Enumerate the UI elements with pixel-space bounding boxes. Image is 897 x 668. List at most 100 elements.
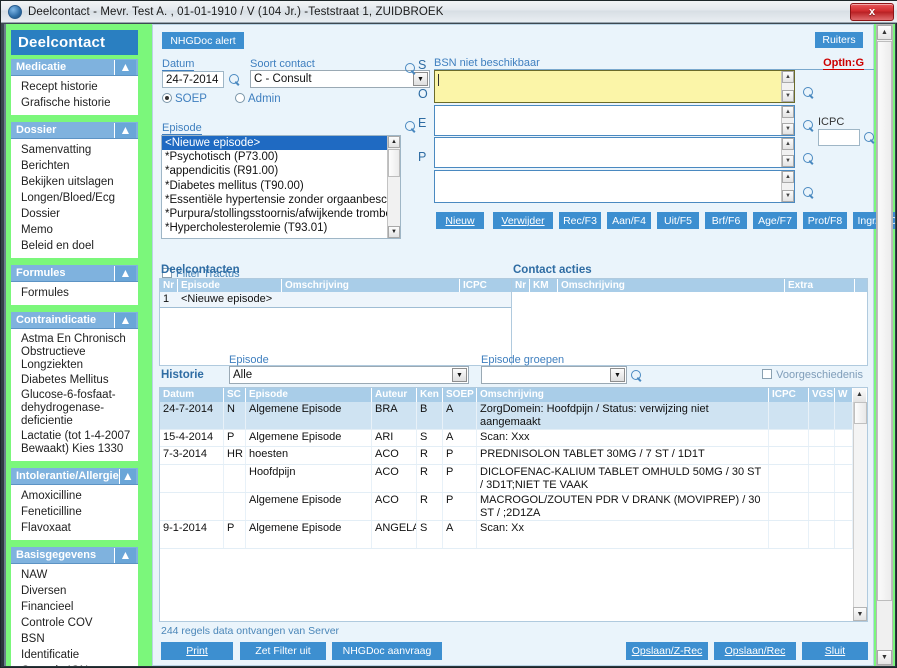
scroll-down-icon[interactable]: ▼ (388, 226, 400, 238)
table-row[interactable]: 24-7-2014 N Algemene Episode BRA B A Zor… (160, 402, 867, 430)
s-search-icon[interactable] (405, 63, 418, 76)
table-row[interactable]: Hoofdpijn ACO R P DICLOFENAC-KALIUM TABL… (160, 465, 867, 493)
zet-filter-uit-button[interactable]: Zet Filter uit (240, 642, 326, 660)
datum-input[interactable]: 24-7-2014 (162, 71, 224, 88)
sidebar-item-identificatie[interactable]: Identificatie (11, 647, 138, 663)
chevron-up-icon[interactable]: ▲ (114, 547, 136, 563)
soep-radio[interactable]: SOEP (162, 93, 207, 105)
checkbox-icon[interactable] (762, 369, 773, 379)
sidebar-item-formules[interactable]: Formules (11, 285, 138, 301)
sidebar-item-longen-bloed-ecg[interactable]: Longen/Bloed/Ecg (11, 190, 138, 206)
scroll-up-icon[interactable]: ▲ (782, 138, 794, 150)
scroll-up-icon[interactable]: ▲ (388, 136, 400, 148)
historie-episode-groepen-select[interactable]: ▼ (481, 366, 627, 384)
chevron-up-icon[interactable]: ▲ (114, 265, 136, 281)
soep-e-spinner[interactable]: ▲ ▼ (781, 138, 794, 167)
table-row[interactable]: 15-4-2014 P Algemene Episode ARI S A Sca… (160, 430, 867, 447)
sidebar-item-memo[interactable]: Memo (11, 222, 138, 238)
sidebar-group-header[interactable]: Medicatie ▲ (11, 59, 138, 76)
sidebar-item-astma-copd[interactable]: Astma En Chronisch Obstructieve Longziek… (11, 332, 138, 373)
sidebar-item-amoxicilline[interactable]: Amoxicilline (11, 488, 138, 504)
sidebar-group-header[interactable]: Basisgegevens ▲ (11, 547, 138, 564)
sidebar-group-header[interactable]: Contraindicatie ▲ (11, 312, 138, 329)
sidebar-item-feneticilline[interactable]: Feneticilline (11, 504, 138, 520)
rec-f3-button[interactable]: Rec/F3 (559, 212, 601, 229)
soep-o-search-icon[interactable] (803, 120, 816, 133)
icpc-input[interactable] (818, 129, 860, 146)
sidebar-group-header[interactable]: Formules ▲ (11, 265, 138, 282)
sluit-button[interactable]: Sluit (802, 642, 868, 660)
chevron-up-icon[interactable]: ▲ (118, 468, 136, 484)
soep-o-spinner[interactable]: ▲ ▼ (781, 106, 794, 135)
sidebar-item-g6pd-deficientie[interactable]: Glucose-6-fosfaat-dehydrogenase-deficien… (11, 388, 138, 429)
list-item[interactable]: *Essentiële hypertensie zonder orgaanbes… (162, 193, 400, 207)
scroll-up-icon[interactable]: ▲ (877, 25, 892, 40)
chevron-down-icon[interactable]: ▼ (452, 368, 467, 382)
scroll-down-icon[interactable]: ▼ (782, 90, 794, 102)
radio-soep-icon[interactable] (162, 93, 172, 103)
soep-e-search-icon[interactable] (803, 153, 816, 166)
list-item[interactable]: *Purpura/stollingsstoornis/afwijkende tr… (162, 207, 400, 221)
soep-p-spinner[interactable]: ▲ ▼ (781, 171, 794, 202)
window-scrollbar[interactable]: ▲ ▼ (876, 24, 893, 666)
soep-s-field[interactable]: ▲ ▼ (434, 70, 795, 103)
soort-contact-select[interactable]: C - Consult ▼ (250, 70, 430, 88)
opslaan-z-rec-button[interactable]: Opslaan/Z-Rec (626, 642, 708, 660)
aan-f4-button[interactable]: Aan/F4 (607, 212, 651, 229)
table-row[interactable]: 7-3-2014 HR hoesten ACO R P PREDNISOLON … (160, 447, 867, 465)
chevron-up-icon[interactable]: ▲ (114, 312, 136, 328)
historie-scroll-thumb[interactable] (854, 402, 867, 424)
sidebar-item-naw[interactable]: NAW (11, 567, 138, 583)
sidebar-item-dossier[interactable]: Dossier (11, 206, 138, 222)
print-button[interactable]: Print (161, 642, 233, 660)
historie-groepen-search-icon[interactable] (631, 370, 644, 383)
episode-listbox[interactable]: <Nieuwe episode> *Psychotisch (P73.00) *… (161, 135, 401, 239)
soep-p-field[interactable]: ▲ ▼ (434, 170, 795, 203)
sidebar-item-recept-historie[interactable]: Recept historie (11, 79, 138, 95)
admin-radio[interactable]: Admin (235, 93, 281, 105)
scroll-down-icon[interactable]: ▼ (782, 190, 794, 202)
datum-search-icon[interactable] (229, 74, 242, 87)
nhgdoc-aanvraag-button[interactable]: NHGDoc aanvraag (332, 642, 442, 660)
opslaan-rec-button[interactable]: Opslaan/Rec (714, 642, 796, 660)
deelcontacten-grid[interactable]: Nr Episode Omschrijving ICPC 1 <Nieuwe e… (159, 278, 513, 366)
list-item[interactable]: <Nieuwe episode> (162, 136, 400, 151)
voorgeschiedenis-checkbox[interactable]: Voorgeschiedenis (762, 369, 863, 381)
sidebar-item-flavoxaat[interactable]: Flavoxaat (11, 520, 138, 536)
scroll-thumb[interactable] (877, 41, 892, 601)
episode-list-scrollbar[interactable]: ▲ ▼ (387, 136, 400, 238)
sidebar-item-grafische-historie[interactable]: Grafische historie (11, 95, 138, 111)
sidebar-item-bekijken-uitslagen[interactable]: Bekijken uitslagen (11, 174, 138, 190)
sidebar-item-controle-ion[interactable]: Controle ION (11, 663, 138, 666)
historie-table[interactable]: Datum SC Episode Auteur Ken SOEP Omschri… (159, 387, 868, 622)
uit-f5-button[interactable]: Uit/F5 (657, 212, 699, 229)
chevron-down-icon[interactable]: ▼ (610, 368, 625, 382)
sidebar-item-controle-cov[interactable]: Controle COV (11, 615, 138, 631)
soep-s-search-icon[interactable] (803, 87, 816, 100)
historie-episode-select[interactable]: Alle ▼ (229, 366, 469, 384)
sidebar-item-diversen[interactable]: Diversen (11, 583, 138, 599)
sidebar-item-lactatie[interactable]: Lactatie (tot 1-4-2007 Bewaakt) Kies 133… (11, 429, 138, 457)
brf-f6-button[interactable]: Brf/F6 (705, 212, 747, 229)
scroll-down-icon[interactable]: ▼ (782, 123, 794, 135)
table-row[interactable]: 9-1-2014 P Algemene Episode ANGELA S A S… (160, 521, 867, 549)
scroll-thumb[interactable] (388, 149, 400, 177)
list-item[interactable]: *appendicitis (R91.00) (162, 164, 400, 178)
contact-acties-grid[interactable]: Nr KM Omschrijving Extra (511, 278, 868, 366)
list-item[interactable]: *Diabetes mellitus (T90.00) (162, 179, 400, 193)
episode-search-icon-e[interactable] (405, 121, 418, 134)
sidebar-item-diabetes-mellitus[interactable]: Diabetes Mellitus (11, 373, 138, 388)
radio-admin-icon[interactable] (235, 93, 245, 103)
table-row[interactable]: Algemene Episode ACO R P MACROGOL/ZOUTEN… (160, 493, 867, 521)
scroll-up-icon[interactable]: ▲ (782, 71, 794, 83)
list-item[interactable]: *Psychotisch (P73.00) (162, 150, 400, 164)
prot-f8-button[interactable]: Prot/F8 (803, 212, 847, 229)
sidebar-group-header[interactable]: Intolerantie/Allergie ▲ (11, 468, 138, 485)
soep-p-search-icon[interactable] (803, 187, 816, 200)
close-button[interactable]: x (850, 3, 894, 21)
scroll-up-icon[interactable]: ▲ (782, 106, 794, 118)
sidebar-group-header[interactable]: Dossier ▲ (11, 122, 138, 139)
ruiters-button[interactable]: Ruiters (815, 32, 863, 48)
sidebar-item-bsn[interactable]: BSN (11, 631, 138, 647)
tab-nhgdoc-alert[interactable]: NHGDoc alert (162, 32, 244, 49)
